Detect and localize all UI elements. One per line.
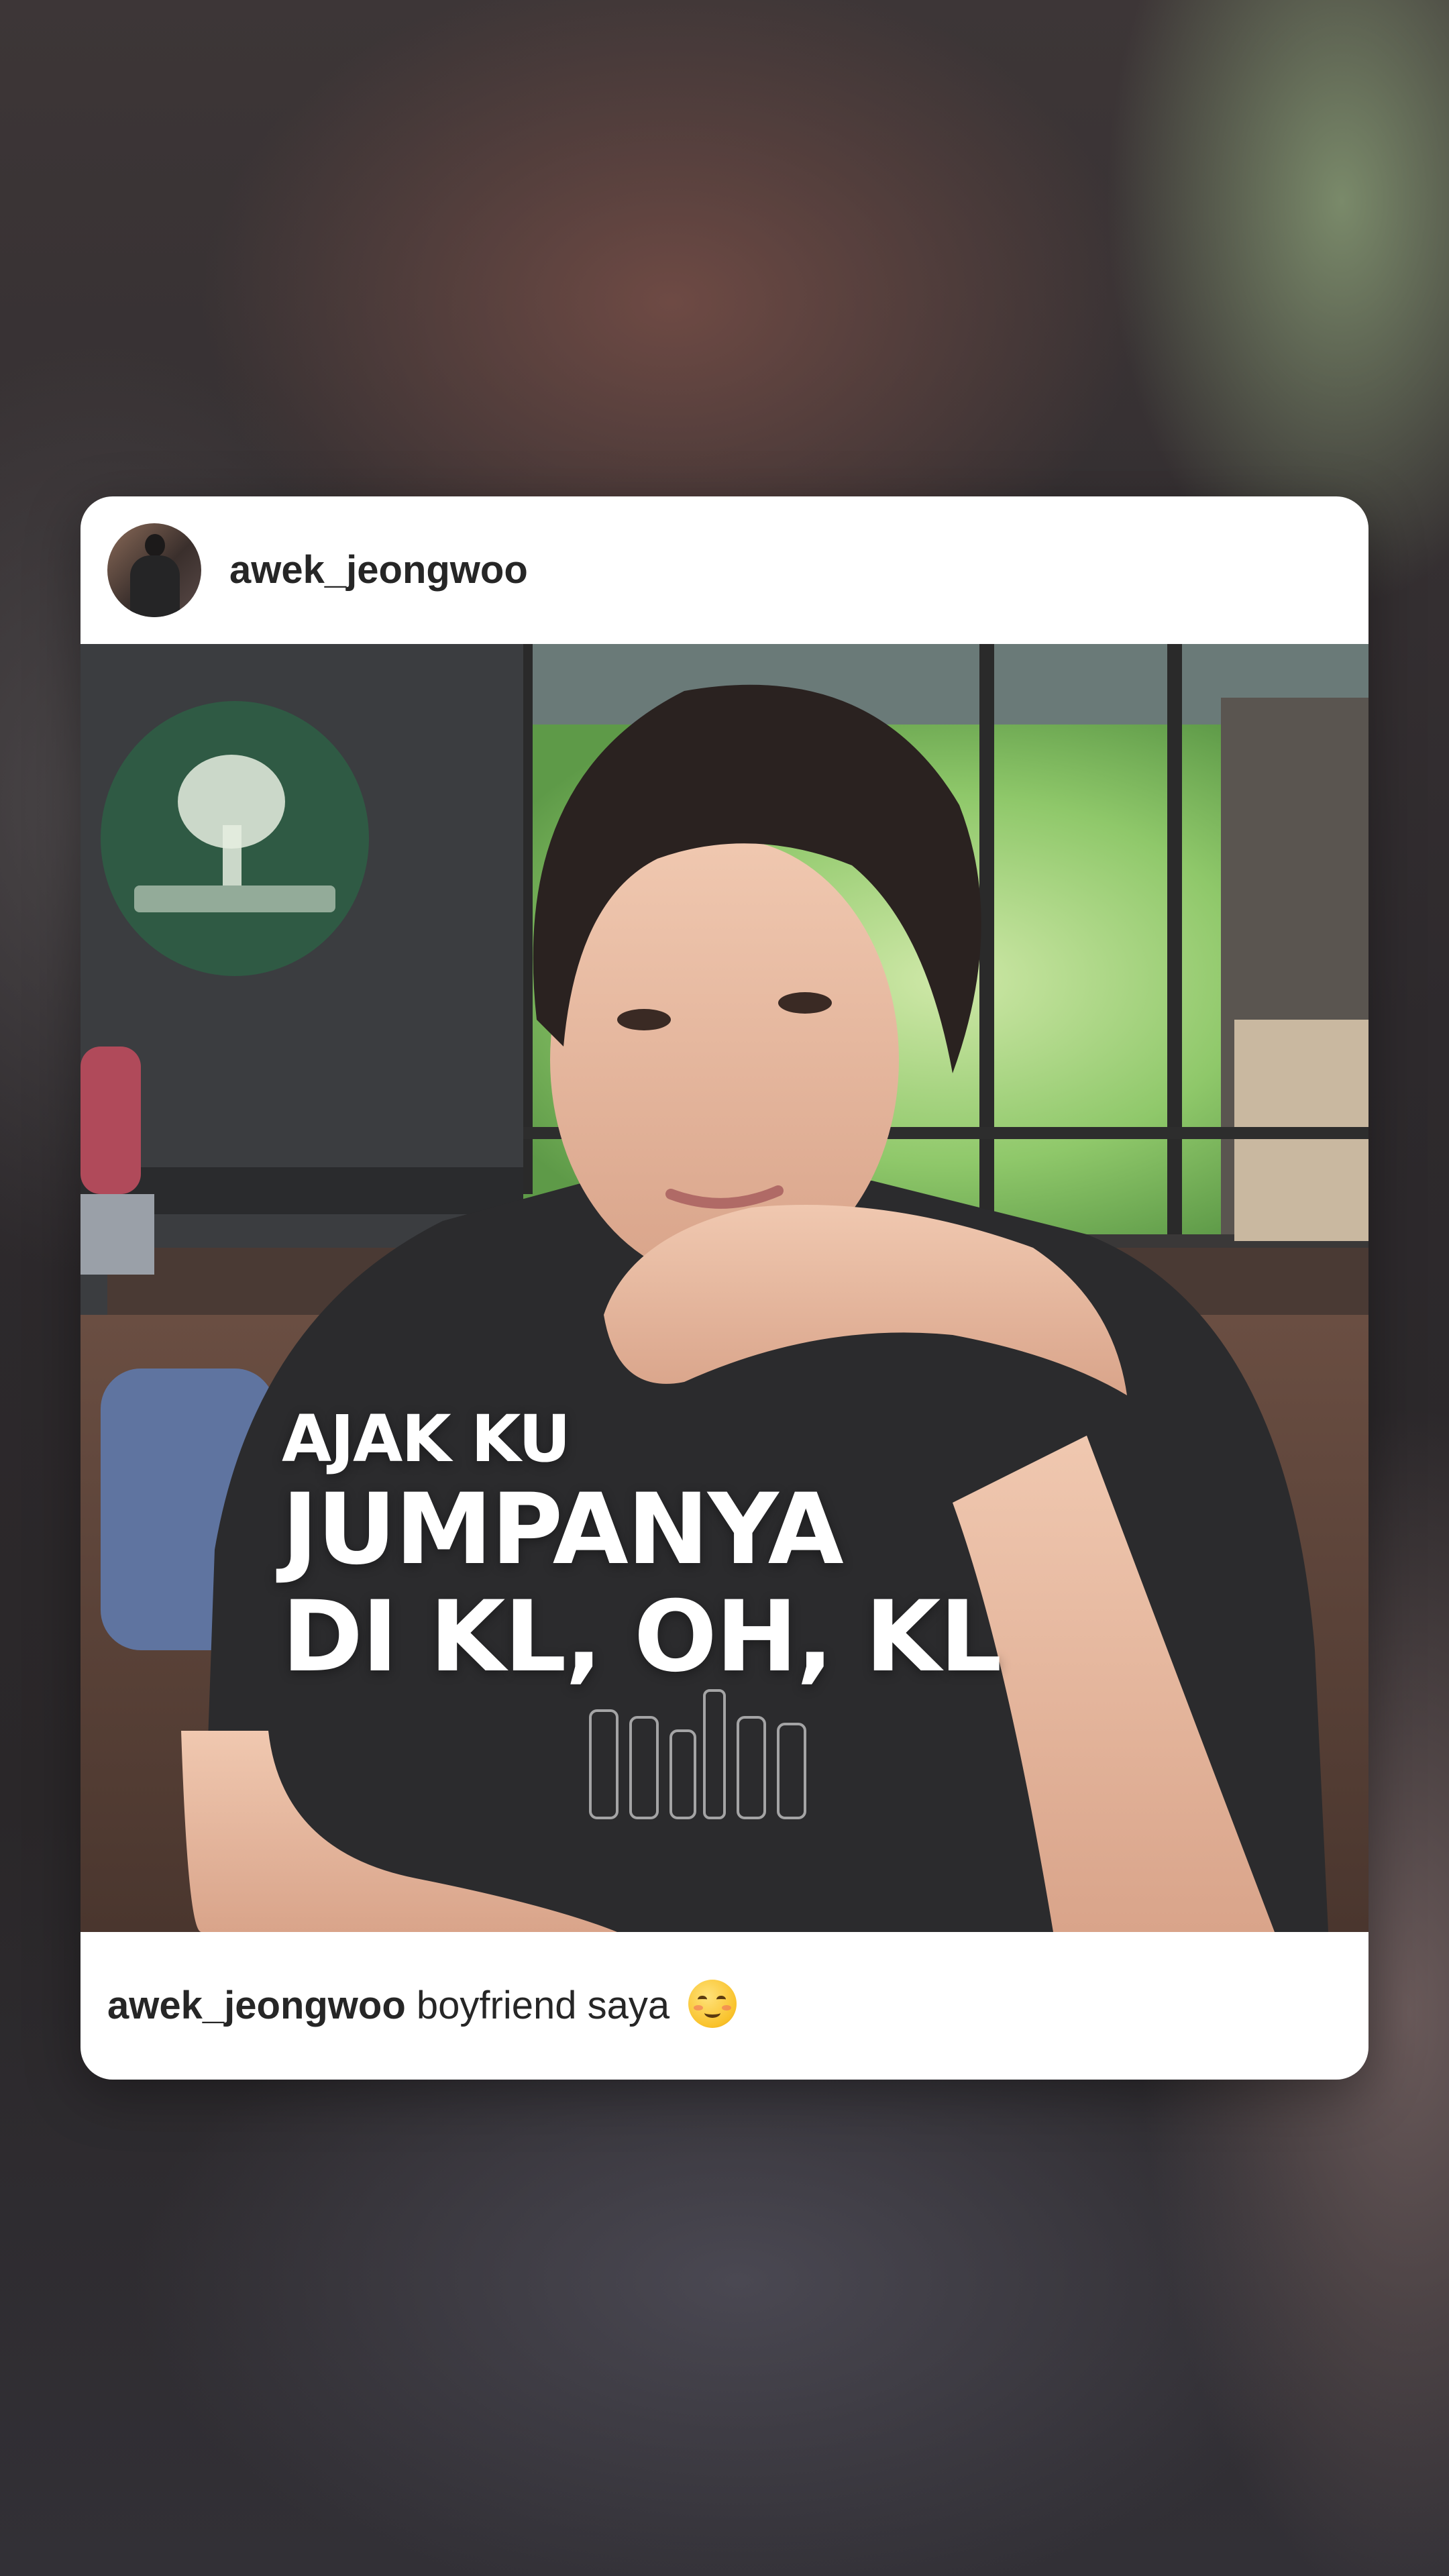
post-caption: awek_jeongwoo boyfriend saya bbox=[107, 1932, 1342, 2080]
overlay-line-1: AJAK KU bbox=[282, 1401, 571, 1477]
caption-username[interactable]: awek_jeongwoo bbox=[107, 1984, 406, 2027]
avatar[interactable] bbox=[107, 523, 201, 617]
overlay-line-3: DI KL, OH, KL bbox=[282, 1580, 1002, 1694]
post-image[interactable]: AJAK KU JUMPANYA DI KL, OH, KL bbox=[80, 644, 1368, 1932]
overlay-caption: AJAK KU JUMPANYA DI KL, OH, KL bbox=[282, 1401, 1002, 1694]
post-header: awek_jeongwoo bbox=[80, 496, 1368, 644]
photo-illustration bbox=[80, 644, 1368, 1932]
caption-text: boyfriend saya bbox=[416, 1984, 670, 2027]
smiling-face-emoji-icon bbox=[688, 1980, 737, 2028]
overlay-line-2: JUMPANYA bbox=[282, 1472, 844, 1587]
post-card: awek_jeongwoo AJAK KU JUMPANYA DI KL, OH… bbox=[80, 496, 1368, 2080]
post-username[interactable]: awek_jeongwoo bbox=[229, 496, 528, 644]
